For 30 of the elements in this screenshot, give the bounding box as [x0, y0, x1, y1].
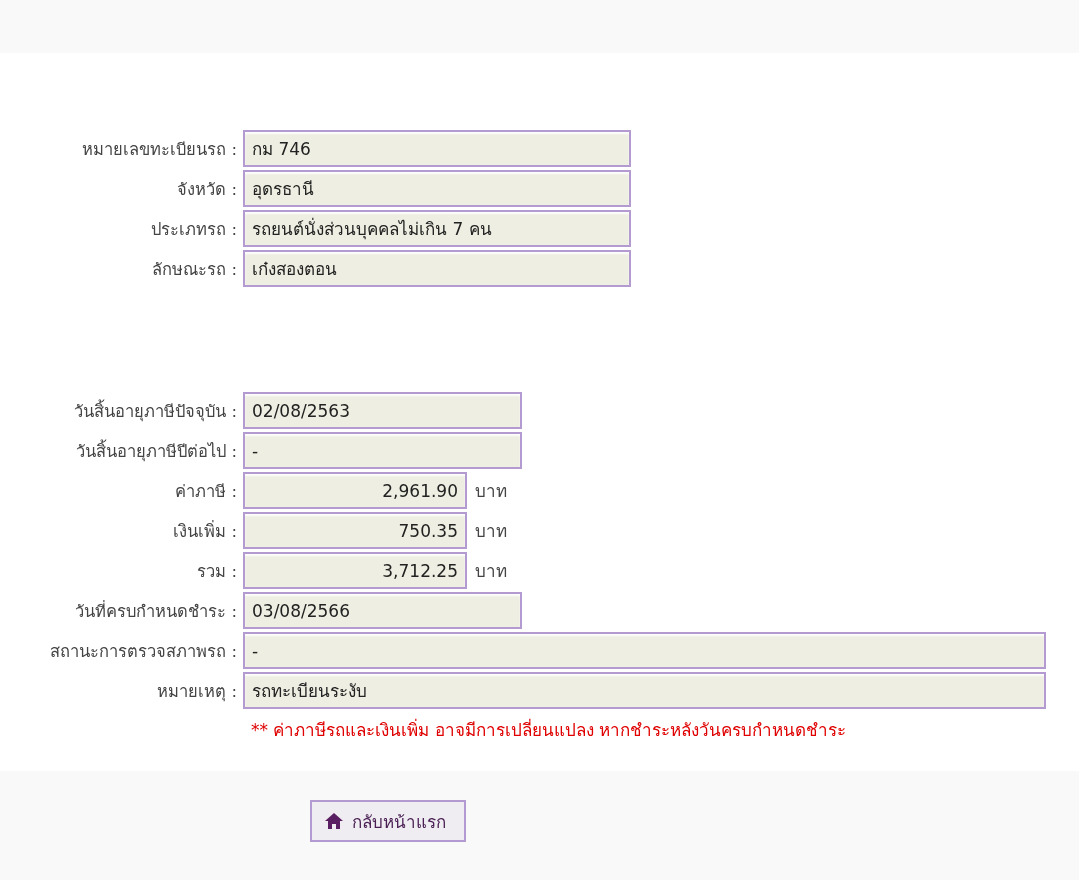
text-field[interactable]: เก๋งสองตอน — [243, 250, 631, 287]
unit-label: บาท — [475, 560, 507, 583]
text-field[interactable]: 2,961.90 — [243, 472, 467, 509]
field-label: วันสิ้นอายุภาษีปัจจุบัน : — [73, 398, 238, 424]
field-label: วันสิ้นอายุภาษีปีต่อไป : — [75, 438, 238, 464]
field-label: ลักษณะรถ : — [151, 258, 238, 281]
field-label: หมายเหตุ : — [156, 680, 238, 704]
field-label: สถานะการตรวจสภาพรถ : — [49, 640, 238, 663]
field-label: จังหวัด : — [176, 178, 238, 201]
text-field[interactable]: อุดรธานี — [243, 170, 631, 207]
unit-label: บาท — [475, 520, 507, 543]
field-label: ค่าภาษี : — [174, 480, 238, 503]
home-button[interactable]: กลับหน้าแรก — [310, 800, 466, 842]
field-label: เงินเพิ่ม : — [172, 519, 238, 543]
home-icon — [324, 812, 344, 830]
text-field[interactable]: - — [243, 432, 522, 469]
unit-label: บาท — [475, 480, 507, 503]
text-field[interactable]: รถยนต์นั่งส่วนบุคคลไม่เกิน 7 คน — [243, 210, 631, 247]
text-field[interactable]: 02/08/2563 — [243, 392, 522, 429]
text-field[interactable]: 3,712.25 — [243, 552, 467, 589]
field-label: หมายเลขทะเบียนรถ : — [81, 138, 238, 161]
field-label: วันที่ครบกำหนดชำระ : — [74, 599, 238, 623]
warning-text: ** ค่าภาษีรถและเงินเพิ่ม อาจมีการเปลี่ยนแปลง หากชำระหลังวันครบกำหนดชำระ — [251, 717, 847, 742]
text-field[interactable]: กม 746 — [243, 130, 631, 167]
field-label: ประเภทรถ : — [150, 218, 238, 241]
text-field[interactable]: รถทะเบียนระงับ — [243, 672, 1046, 709]
text-field[interactable]: - — [243, 632, 1046, 669]
field-label: รวม : — [196, 560, 238, 583]
text-field[interactable]: 750.35 — [243, 512, 467, 549]
text-field[interactable]: 03/08/2566 — [243, 592, 522, 629]
